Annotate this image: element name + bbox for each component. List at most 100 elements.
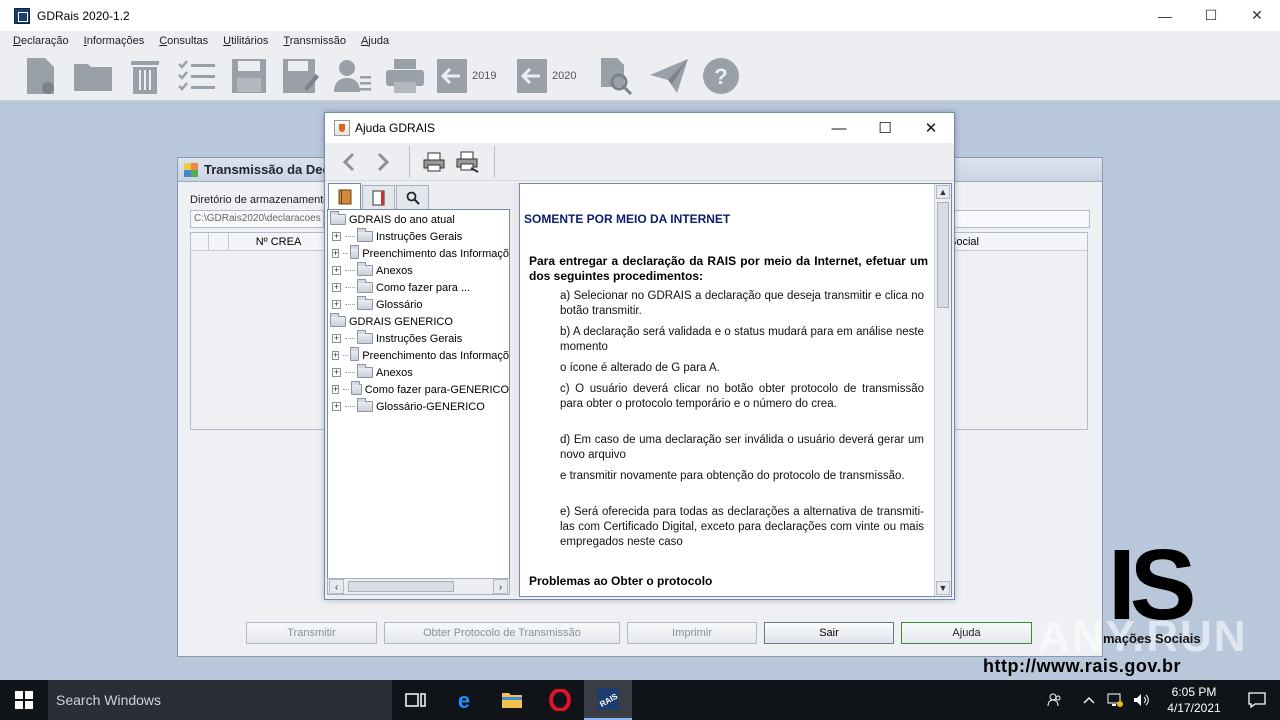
tree-node[interactable]: + Preenchimento das Informaçõ (328, 245, 509, 262)
content-vertical-scrollbar[interactable]: ▲ ▼ (934, 184, 951, 596)
expand-icon[interactable]: + (332, 402, 341, 411)
expand-icon[interactable]: + (332, 351, 340, 360)
help-page-setup-button[interactable] (452, 146, 484, 178)
dialog-app-icon (184, 162, 198, 177)
print-dialog-button[interactable]: Imprimir (627, 622, 757, 644)
system-clock[interactable]: 6:05 PM 4/17/2021 (1154, 684, 1234, 716)
column-blank[interactable] (209, 233, 229, 250)
notification-icon (1248, 692, 1266, 708)
directory-input-right[interactable] (954, 210, 1090, 228)
tree-node[interactable]: + Como fazer para ... (328, 279, 509, 296)
scroll-left-icon[interactable]: ‹ (329, 579, 344, 594)
expand-icon[interactable]: + (332, 334, 341, 343)
scroll-down-icon[interactable]: ▼ (936, 581, 950, 595)
menu-informacoes[interactable]: Informações (84, 35, 145, 47)
menu-consultas[interactable]: Consultas (159, 35, 208, 47)
import-arrow-icon (437, 58, 467, 93)
transmit-button[interactable]: Transmitir (246, 622, 377, 644)
checklist-button[interactable] (176, 55, 218, 97)
help-window-controls: — ☐ ✕ (816, 113, 954, 143)
menu-bar: Declaração Informações Consultas Utilitá… (0, 31, 1280, 51)
forward-button[interactable] (367, 146, 399, 178)
scrollbar-thumb[interactable] (937, 202, 949, 308)
menu-declaracao[interactable]: Declaração (13, 35, 69, 47)
folder-icon (357, 364, 373, 378)
gdrais-taskbar-button[interactable]: RAIS (584, 680, 632, 720)
back-button[interactable] (333, 146, 365, 178)
help-print-button[interactable] (418, 146, 450, 178)
scroll-right-icon[interactable]: › (493, 579, 508, 594)
tree-node[interactable]: GDRAIS GENERICO (328, 313, 509, 330)
import-arrow-icon (517, 58, 547, 93)
help-content: SOMENTE POR MEIO DA INTERNET Para entreg… (524, 184, 934, 596)
help-dialog-button[interactable]: Ajuda (901, 622, 1032, 644)
help-content-pane: SOMENTE POR MEIO DA INTERNET Para entreg… (519, 183, 952, 597)
task-view-button[interactable] (392, 680, 440, 720)
chevron-up-icon[interactable] (1076, 696, 1102, 704)
expand-icon[interactable]: + (332, 266, 341, 275)
delete-button[interactable] (124, 55, 166, 97)
close-button[interactable]: ✕ (1234, 0, 1280, 31)
file-explorer-taskbar-button[interactable] (488, 680, 536, 720)
tab-index[interactable] (362, 185, 395, 209)
tree-node[interactable]: GDRAIS do ano atual (328, 211, 509, 228)
tree-node[interactable]: + Instruções Gerais (328, 228, 509, 245)
tree-node[interactable]: + Anexos (328, 364, 509, 381)
help-button[interactable]: ? (700, 55, 742, 97)
minimize-button[interactable]: — (1142, 0, 1188, 31)
contents-tree[interactable]: GDRAIS do ano atual + Instruções Gerais +… (327, 209, 510, 579)
menu-ajuda[interactable]: Ajuda (361, 35, 389, 47)
content-paragraph: e transmitir novamente para obtenção do … (560, 470, 905, 482)
tree-node[interactable]: + Instruções Gerais (328, 330, 509, 347)
new-declaration-button[interactable] (20, 55, 62, 97)
save-button[interactable] (228, 55, 270, 97)
print-button[interactable] (384, 55, 426, 97)
column-crea[interactable]: Nº CREA (229, 233, 329, 250)
people-icon[interactable] (1042, 692, 1068, 708)
scrollbar-thumb[interactable] (348, 581, 454, 592)
employee-button[interactable] (332, 55, 374, 97)
volume-icon[interactable] (1128, 693, 1154, 707)
maximize-button[interactable]: ☐ (1188, 0, 1234, 31)
import-2020-button[interactable]: 2020 (516, 58, 586, 94)
save-as-button[interactable] (280, 55, 322, 97)
help-close-button[interactable]: ✕ (908, 113, 954, 143)
opera-taskbar-button[interactable] (536, 680, 584, 720)
scroll-up-icon[interactable]: ▲ (936, 185, 950, 199)
toolbar-separator (494, 145, 495, 178)
exit-button[interactable]: Sair (764, 622, 894, 644)
column-select[interactable] (191, 233, 209, 250)
tree-node[interactable]: + Preenchimento das Informaçõ (328, 347, 509, 364)
expand-icon[interactable]: + (332, 368, 341, 377)
expand-icon[interactable]: + (332, 249, 340, 258)
start-button[interactable] (0, 680, 48, 720)
content-paragraph: a) Selecionar no GDRAIS a declaração que… (560, 290, 924, 317)
tree-node[interactable]: + Anexos (328, 262, 509, 279)
tree-horizontal-scrollbar[interactable]: ‹ › (327, 578, 510, 595)
expand-icon[interactable]: + (332, 283, 341, 292)
get-protocol-button[interactable]: Obter Protocolo de Transmissão (384, 622, 620, 644)
help-minimize-button[interactable]: — (816, 113, 862, 143)
tree-node[interactable]: + Como fazer para-GENERICO (328, 381, 509, 398)
directory-input[interactable]: C:\GDRais2020\declaracoes (190, 210, 324, 228)
expand-icon[interactable]: + (332, 300, 341, 309)
taskbar-search-input[interactable]: Search Windows (48, 680, 392, 720)
tab-search[interactable] (396, 185, 429, 209)
clock-time: 6:05 PM (1171, 685, 1217, 699)
menu-transmissao[interactable]: Transmissão (283, 35, 346, 47)
edge-taskbar-button[interactable]: e (440, 680, 488, 720)
network-icon[interactable] (1102, 693, 1128, 707)
tree-node[interactable]: + Glossário-GENERICO (328, 398, 509, 415)
open-declaration-button[interactable] (72, 55, 114, 97)
notifications-button[interactable] (1234, 692, 1280, 708)
tab-contents[interactable] (328, 183, 361, 209)
help-maximize-button[interactable]: ☐ (862, 113, 908, 143)
rais-logo-subtitle: mações Sociais (1103, 631, 1201, 646)
send-button[interactable] (648, 55, 690, 97)
import-2019-button[interactable]: 2019 (436, 58, 506, 94)
expand-icon[interactable]: + (332, 232, 341, 241)
menu-utilitarios[interactable]: Utilitários (223, 35, 268, 47)
tree-node[interactable]: + Glossário (328, 296, 509, 313)
expand-icon[interactable]: + (332, 385, 340, 394)
search-document-button[interactable] (596, 55, 638, 97)
